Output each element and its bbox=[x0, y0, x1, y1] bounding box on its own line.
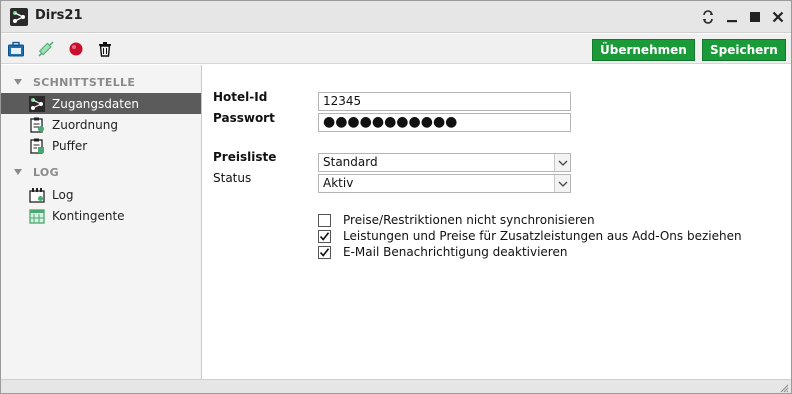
maximize-icon[interactable] bbox=[745, 7, 765, 27]
briefcase-icon[interactable] bbox=[6, 39, 26, 59]
checkbox-label: Leistungen und Preise für Zusatzleistung… bbox=[343, 229, 742, 243]
checkbox-row-addons[interactable]: Leistungen und Preise für Zusatzleistung… bbox=[318, 228, 742, 244]
toolbar: Übernehmen Speichern bbox=[1, 34, 791, 64]
apply-button[interactable]: Übernehmen bbox=[592, 39, 695, 61]
app-logo-icon bbox=[10, 8, 28, 26]
chevron-down-icon bbox=[554, 175, 570, 192]
checkmark-icon bbox=[319, 231, 330, 241]
pricelist-value: Standard bbox=[323, 155, 378, 169]
status-select[interactable]: Aktiv bbox=[318, 174, 571, 193]
checkbox-label: Preise/Restriktionen nicht synchronisier… bbox=[343, 213, 595, 227]
network-icon bbox=[28, 95, 45, 112]
checkbox-no-sync[interactable] bbox=[318, 213, 331, 227]
window-title: Dirs21 bbox=[35, 8, 83, 23]
section-header-schnittstelle[interactable]: SCHNITTSTELLE bbox=[1, 72, 201, 92]
record-icon[interactable] bbox=[66, 39, 86, 59]
section-header-label: SCHNITTSTELLE bbox=[33, 75, 136, 89]
status-value: Aktiv bbox=[323, 176, 354, 190]
checkbox-email[interactable] bbox=[318, 245, 331, 259]
sidebar-item-label: Zugangsdaten bbox=[52, 96, 139, 111]
close-icon[interactable] bbox=[768, 7, 788, 27]
sidebar-item-zuordnung[interactable]: Zuordnung bbox=[1, 114, 201, 135]
sidebar-item-label: Zuordnung bbox=[52, 117, 118, 132]
section-header-log[interactable]: LOG bbox=[1, 162, 201, 182]
sidebar-item-zugangsdaten[interactable]: Zugangsdaten bbox=[1, 93, 201, 114]
syringe-icon[interactable] bbox=[36, 39, 56, 59]
checkbox-label: E-Mail Benachrichtigung deaktivieren bbox=[343, 245, 568, 259]
hotel-id-label: Hotel-Id bbox=[213, 90, 268, 104]
sidebar-item-label: Puffer bbox=[52, 138, 88, 153]
hotel-id-input[interactable]: 12345 bbox=[318, 92, 571, 111]
sidebar-item-label: Kontingente bbox=[52, 208, 125, 223]
pricelist-label: Preisliste bbox=[213, 150, 277, 164]
save-button[interactable]: Speichern bbox=[702, 39, 786, 61]
section-header-label: LOG bbox=[33, 165, 59, 179]
clipboard-list-icon bbox=[28, 116, 45, 133]
collapse-triangle-icon bbox=[14, 169, 22, 175]
sidebar-item-kontingente[interactable]: Kontingente bbox=[1, 205, 201, 226]
checkbox-row-no-sync[interactable]: Preise/Restriktionen nicht synchronisier… bbox=[318, 212, 595, 228]
calendar-icon bbox=[28, 207, 45, 224]
minimize-icon[interactable] bbox=[722, 7, 742, 27]
checkbox-row-email[interactable]: E-Mail Benachrichtigung deaktivieren bbox=[318, 244, 567, 260]
trash-icon[interactable] bbox=[95, 39, 115, 59]
app-window: Dirs21 Übernehmen Speichern SCHNITTSTELL… bbox=[0, 0, 792, 394]
resize-grip-icon[interactable] bbox=[779, 382, 789, 393]
sidebar-item-label: Log bbox=[52, 187, 74, 202]
sidebar-item-puffer[interactable]: Puffer bbox=[1, 135, 201, 156]
main-form: Hotel-Id 12345 Passwort ●●●●●●●●●●● Prei… bbox=[203, 65, 791, 379]
status-label: Status bbox=[213, 171, 252, 185]
collapse-triangle-icon bbox=[14, 79, 22, 85]
log-icon bbox=[28, 186, 45, 203]
sidebar-item-log[interactable]: Log bbox=[1, 184, 201, 205]
status-bar bbox=[1, 379, 791, 393]
chevron-down-icon bbox=[554, 154, 570, 171]
password-label: Passwort bbox=[213, 111, 275, 125]
checkbox-addons[interactable] bbox=[318, 229, 331, 243]
pricelist-select[interactable]: Standard bbox=[318, 153, 571, 172]
title-bar: Dirs21 bbox=[1, 1, 791, 33]
checkmark-icon bbox=[319, 247, 330, 257]
clipboard-buffer-icon bbox=[28, 137, 45, 154]
password-input[interactable]: ●●●●●●●●●●● bbox=[318, 113, 571, 132]
sidebar: SCHNITTSTELLE Zugangsdaten Zuordnung Puf… bbox=[1, 65, 202, 379]
refresh-icon[interactable] bbox=[698, 7, 718, 27]
